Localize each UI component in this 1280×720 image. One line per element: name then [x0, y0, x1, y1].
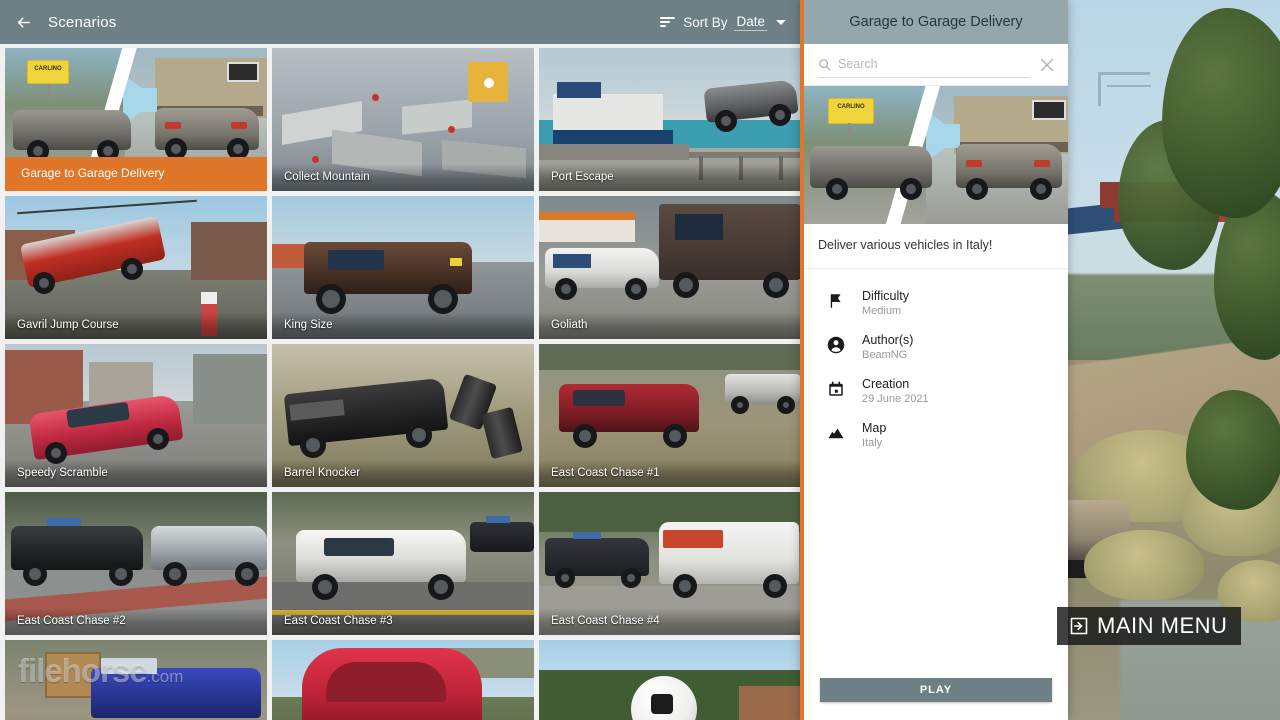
scenario-info-list: Difficulty Medium Author(s) BeamNG Creat… [804, 269, 1068, 678]
background-tree [1186, 390, 1280, 510]
scenario-tile-king-size[interactable]: King Size [272, 196, 534, 339]
scenario-thumbnail [5, 640, 267, 720]
main-menu-button[interactable]: MAIN MENU [1057, 607, 1242, 645]
close-icon[interactable] [1038, 56, 1056, 74]
sort-by-label: Sort By [683, 14, 728, 30]
detail-title: Garage to Garage Delivery [804, 0, 1068, 44]
scenario-title: King Size [272, 312, 534, 339]
scenario-tile-goliath[interactable]: Goliath [539, 196, 800, 339]
info-label: Author(s) [862, 333, 914, 347]
info-value: Italy [862, 437, 883, 449]
search-input[interactable] [838, 57, 1030, 71]
info-value: 29 June 2021 [862, 393, 929, 405]
scenario-title: East Coast Chase #2 [5, 608, 267, 635]
scenario-detail-panel: Garage to Garage Delivery CARLINO [800, 0, 1068, 720]
scenario-tile-collect-mountain[interactable]: Collect Mountain [272, 48, 534, 191]
scenario-tile-barrel-knocker[interactable]: Barrel Knocker [272, 344, 534, 487]
info-label: Map [862, 421, 887, 435]
background-bush [1084, 530, 1204, 600]
page-title: Scenarios [48, 13, 117, 31]
main-menu-label: MAIN MENU [1097, 613, 1228, 638]
scenario-tile-east-coast-chase-2[interactable]: East Coast Chase #2 [5, 492, 267, 635]
chevron-down-icon[interactable] [776, 19, 786, 25]
scenario-title: Barrel Knocker [272, 460, 534, 487]
scenario-preview-image: CARLINO [804, 86, 1068, 224]
calendar-icon [826, 377, 846, 398]
scenario-title: Port Escape [539, 164, 800, 191]
scenario-tile-port-escape[interactable]: Port Escape [539, 48, 800, 191]
info-value: BeamNG [862, 349, 908, 361]
scenario-title: Garage to Garage Delivery [5, 157, 267, 191]
app-root: Scenarios Sort By Date CARLINO Garage to… [0, 0, 1280, 720]
scenario-title: Collect Mountain [272, 164, 534, 191]
scenario-title: East Coast Chase #4 [539, 608, 800, 635]
scenario-title: Goliath [539, 312, 800, 339]
background-crane [1098, 72, 1151, 106]
person-icon [826, 333, 846, 354]
info-row-creation: Creation 29 June 2021 [804, 369, 1068, 413]
scenario-tile-east-coast-chase-1[interactable]: East Coast Chase #1 [539, 344, 800, 487]
list-header: Scenarios Sort By Date [0, 0, 800, 44]
scenario-title: East Coast Chase #1 [539, 460, 800, 487]
sort-value-dropdown[interactable]: Date [734, 14, 767, 31]
scenario-tile-east-coast-chase-3[interactable]: East Coast Chase #3 [272, 492, 534, 635]
info-label: Creation [862, 377, 910, 391]
scenario-tile-garage-to-garage-delivery[interactable]: CARLINO Garage to Garage Delivery [5, 48, 267, 191]
scenario-title: Gavril Jump Course [5, 312, 267, 339]
scenario-tile-partial[interactable] [539, 640, 800, 720]
scenario-tile-partial[interactable] [5, 640, 267, 720]
search-icon [818, 58, 831, 71]
scenario-title: East Coast Chase #3 [272, 608, 534, 635]
search-field[interactable] [818, 52, 1030, 78]
scenario-tile-east-coast-chase-4[interactable]: East Coast Chase #4 [539, 492, 800, 635]
sort-lines-icon [660, 15, 676, 29]
play-button-container: PLAY [804, 678, 1068, 720]
back-arrow-icon[interactable] [12, 11, 34, 33]
flag-icon [826, 289, 846, 310]
info-row-map: Map Italy [804, 413, 1068, 457]
sort-control[interactable]: Sort By Date [660, 14, 786, 31]
mountain-icon [826, 421, 846, 442]
play-button[interactable]: PLAY [820, 678, 1052, 702]
info-value: Medium [862, 305, 902, 317]
scenario-description: Deliver various vehicles in Italy! [804, 224, 1068, 269]
scenario-list-panel: Scenarios Sort By Date CARLINO Garage to… [0, 0, 800, 720]
exit-icon [1069, 616, 1089, 636]
scenario-title: Speedy Scramble [5, 460, 267, 487]
scenario-tile-speedy-scramble[interactable]: Speedy Scramble [5, 344, 267, 487]
scenario-tile-gavril-jump-course[interactable]: Gavril Jump Course [5, 196, 267, 339]
info-label: Difficulty [862, 289, 910, 303]
search-row [804, 44, 1068, 86]
info-row-authors: Author(s) BeamNG [804, 325, 1068, 369]
scenario-thumbnail [539, 640, 800, 720]
scenario-thumbnail [272, 640, 534, 720]
scenario-grid: CARLINO Garage to Garage Delivery Collec… [0, 44, 800, 720]
info-row-difficulty: Difficulty Medium [804, 281, 1068, 325]
scenario-tile-partial[interactable] [272, 640, 534, 720]
